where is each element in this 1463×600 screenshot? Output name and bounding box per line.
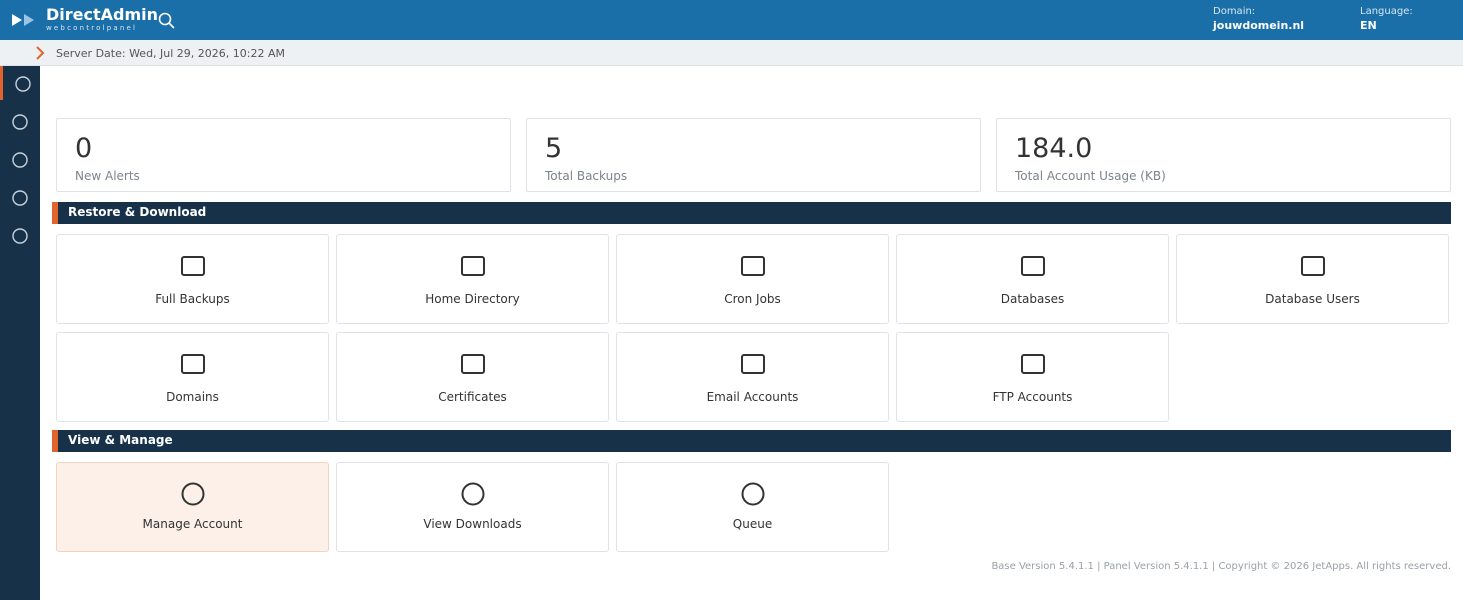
section-title: Restore & Download	[68, 205, 207, 219]
square-icon	[1301, 256, 1325, 276]
circle-icon	[461, 482, 485, 506]
stat-value: 184.0	[1015, 133, 1093, 164]
tile-label: Domains	[166, 390, 219, 404]
sidebar-item-5[interactable]	[0, 218, 40, 252]
square-icon	[1021, 256, 1045, 276]
tile-domains[interactable]: Domains	[56, 332, 329, 422]
tile-manage-account[interactable]: Manage Account	[56, 462, 329, 552]
footer-version-info: Base Version 5.4.1.1 | Panel Version 5.4…	[991, 561, 1451, 572]
language-selector[interactable]: Language: EN	[1360, 6, 1413, 33]
tile-label: Manage Account	[142, 517, 243, 531]
sidebar-item-3[interactable]	[0, 142, 40, 176]
square-icon	[741, 256, 765, 276]
tile-label: View Downloads	[423, 517, 522, 531]
server-info-bar: Server Date: Wed, Jul 29, 2026, 10:22 AM	[0, 40, 1463, 66]
square-icon	[181, 354, 205, 374]
section-header-manage: View & Manage	[52, 430, 1451, 452]
brand-tagline: webcontrolpanel	[46, 24, 138, 32]
circle-icon	[12, 228, 28, 244]
logo-arrows-icon[interactable]	[12, 12, 38, 28]
stat-value: 0	[75, 133, 93, 164]
tile-view-downloads[interactable]: View Downloads	[336, 462, 609, 552]
top-bar: DirectAdmin webcontrolpanel Domain: jouw…	[0, 0, 1463, 40]
tile-label: Email Accounts	[706, 390, 799, 404]
circle-icon	[12, 190, 28, 206]
brand-name: DirectAdmin	[46, 5, 159, 24]
language-label: Language:	[1360, 6, 1413, 17]
tile-certificates[interactable]: Certificates	[336, 332, 609, 422]
stat-label: Total Backups	[545, 169, 628, 183]
section-header-restore: Restore & Download	[52, 202, 1451, 224]
tile-database-users[interactable]: Database Users	[1176, 234, 1449, 324]
circle-icon	[15, 76, 31, 92]
square-icon	[181, 256, 205, 276]
stat-card-backups: 5 Total Backups	[526, 118, 981, 192]
tile-databases[interactable]: Databases	[896, 234, 1169, 324]
sidebar-item-4[interactable]	[0, 180, 40, 214]
tile-home-directory[interactable]: Home Directory	[336, 234, 609, 324]
tile-label: Full Backups	[155, 292, 230, 306]
section-title: View & Manage	[68, 433, 173, 447]
tile-label: Certificates	[438, 390, 507, 404]
stat-value: 5	[545, 133, 563, 164]
tile-label: Databases	[1000, 292, 1065, 306]
square-icon	[741, 354, 765, 374]
circle-icon	[12, 152, 28, 168]
search-icon[interactable]	[158, 12, 175, 29]
language-value: EN	[1360, 19, 1377, 32]
square-icon	[461, 256, 485, 276]
sidebar-item-1[interactable]	[0, 66, 40, 100]
sidebar	[0, 66, 40, 600]
domain-selector[interactable]: Domain: jouwdomein.nl	[1213, 6, 1304, 33]
tile-label: Home Directory	[425, 292, 520, 306]
circle-icon	[12, 114, 28, 130]
stat-card-usage: 184.0 Total Account Usage (KB)	[996, 118, 1451, 192]
domain-label: Domain:	[1213, 6, 1256, 17]
tile-label: Queue	[732, 517, 773, 531]
brand-logo[interactable]: DirectAdmin webcontrolpanel	[46, 6, 158, 33]
tile-email-accounts[interactable]: Email Accounts	[616, 332, 889, 422]
tile-full-backups[interactable]: Full Backups	[56, 234, 329, 324]
tile-cron-jobs[interactable]: Cron Jobs	[616, 234, 889, 324]
sidebar-item-2[interactable]	[0, 104, 40, 138]
circle-icon	[181, 482, 205, 506]
tile-ftp-accounts[interactable]: FTP Accounts	[896, 332, 1169, 422]
tile-label: Database Users	[1265, 292, 1360, 306]
tile-queue[interactable]: Queue	[616, 462, 889, 552]
stat-card-alerts: 0 New Alerts	[56, 118, 511, 192]
stat-label: Total Account Usage (KB)	[1015, 169, 1166, 183]
tile-label: Cron Jobs	[724, 292, 781, 306]
square-icon	[1021, 354, 1045, 374]
circle-icon	[741, 482, 765, 506]
domain-value: jouwdomein.nl	[1213, 19, 1305, 32]
square-icon	[461, 354, 485, 374]
tile-label: FTP Accounts	[992, 390, 1073, 404]
server-date: Server Date: Wed, Jul 29, 2026, 10:22 AM	[56, 47, 285, 60]
chevron-right-icon[interactable]	[35, 45, 45, 61]
stat-label: New Alerts	[75, 169, 140, 183]
